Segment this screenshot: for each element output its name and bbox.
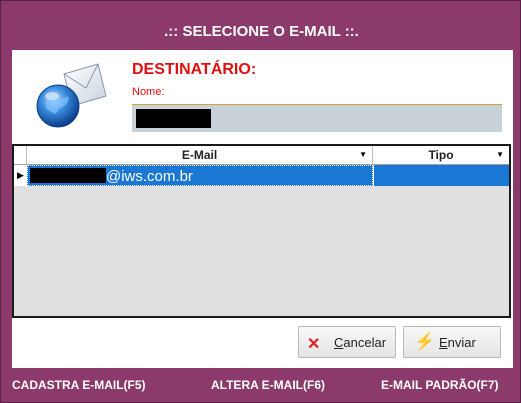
column-header-tipo[interactable]: Tipo ▼	[373, 146, 509, 164]
name-field	[132, 104, 502, 132]
name-label: Nome:	[132, 86, 165, 98]
send-label: Enviar	[439, 335, 476, 350]
redacted-email-user	[30, 168, 106, 183]
grid-header: E-Mail ▼ Tipo ▼	[14, 146, 509, 165]
edit-email-link[interactable]: ALTERA E-MAIL(F6)	[211, 378, 325, 392]
recipient-heading: DESTINATÁRIO:	[132, 61, 257, 78]
dropdown-arrow-icon[interactable]: ▼	[359, 146, 367, 164]
row-indicator-header	[14, 146, 27, 164]
redacted-name	[136, 109, 211, 128]
cancel-x-icon: ✕	[307, 336, 321, 353]
main-panel: DESTINATÁRIO: Nome: E-Mail ▼ Tipo ▼ ▶ @i…	[12, 50, 513, 368]
dropdown-arrow-icon[interactable]: ▼	[496, 146, 504, 164]
cancel-button[interactable]: ✕ Cancelar	[298, 326, 396, 358]
default-email-link[interactable]: E-MAIL PADRÃO(F7)	[381, 378, 499, 392]
email-cell[interactable]: @iws.com.br	[27, 165, 373, 186]
select-email-dialog: .:: SELECIONE O E-MAIL ::. DESTINATÁRIO:…	[0, 0, 521, 403]
tipo-cell[interactable]	[373, 165, 509, 186]
current-row-indicator-icon: ▶	[17, 170, 24, 180]
table-row[interactable]: ▶ @iws.com.br	[14, 165, 509, 186]
cancel-label: Cancelar	[334, 335, 387, 350]
send-button[interactable]: ⚡ Enviar	[403, 326, 501, 358]
email-domain: @iws.com.br	[106, 168, 193, 185]
lightning-icon: ⚡	[414, 332, 436, 351]
email-grid[interactable]: E-Mail ▼ Tipo ▼ ▶ @iws.com.br	[12, 144, 511, 318]
email-globe-icon	[34, 62, 110, 132]
register-email-link[interactable]: CADASTRA E-MAIL(F5)	[12, 378, 146, 392]
column-header-tipo-label: Tipo	[428, 148, 454, 162]
column-header-email[interactable]: E-Mail ▼	[27, 146, 373, 164]
column-header-email-label: E-Mail	[181, 148, 218, 162]
dialog-title: .:: SELECIONE O E-MAIL ::.	[164, 23, 359, 40]
